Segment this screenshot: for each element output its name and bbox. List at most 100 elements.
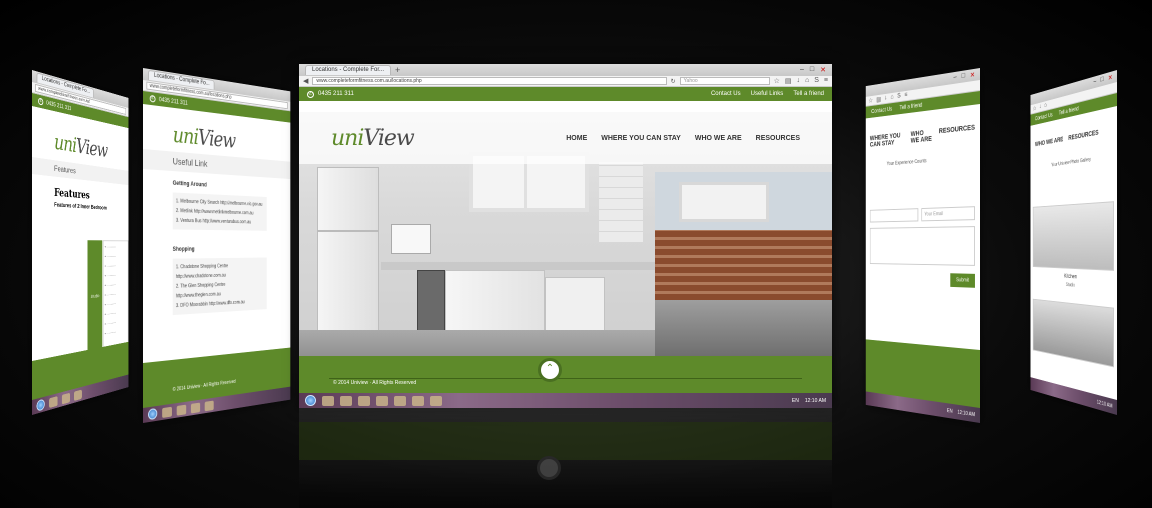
browser-tab[interactable]: Locations - Complete For... [305,65,392,75]
message-field[interactable] [869,226,975,266]
nav-item[interactable]: WHO WE ARE [911,129,933,145]
footer-divider [329,378,802,379]
nav-item[interactable]: RESOURCES [939,125,975,142]
taskbar-app-icon[interactable] [162,406,172,418]
tell-friend-link[interactable]: Tell a friend [793,91,824,97]
contact-link[interactable]: Contact Us [711,91,741,97]
phone-number: 0435 211 311 [158,96,188,107]
taskbar-app-icon[interactable] [61,392,71,404]
new-tab-icon[interactable]: + [395,65,400,75]
site-logo[interactable]: uniView [173,123,267,156]
skype-icon[interactable]: S [814,77,819,85]
gallery-photo[interactable] [1032,298,1114,368]
start-orb-icon[interactable] [148,407,158,421]
clock: 12:10 AM [1096,399,1113,410]
taskbar-app-icon[interactable] [204,400,214,411]
close-icon[interactable]: ✕ [970,71,975,80]
taskbar-app-icon[interactable] [190,402,201,414]
home-icon[interactable]: ⌂ [805,77,809,85]
gallery-photo[interactable] [1032,201,1114,271]
site-logo[interactable]: uniView [331,126,415,151]
maximize-icon[interactable]: □ [810,66,814,74]
home-icon[interactable]: ⌂ [1044,102,1047,110]
minimize-icon[interactable]: – [953,74,956,82]
top-link[interactable]: Contact Us [871,106,892,114]
reflection-footer [299,422,832,460]
taskbar-app-icon[interactable] [376,395,388,406]
maximize-icon[interactable]: □ [1101,76,1104,85]
row-label: Studio [87,240,103,359]
language-indicator[interactable]: EN [792,398,799,404]
reload-icon[interactable]: ↻ [671,78,676,85]
fridge [317,167,379,356]
phone-icon: ✆ [307,90,314,98]
section-heading: Getting Around [172,180,207,189]
minimize-icon[interactable]: – [800,66,804,74]
maximize-icon[interactable]: □ [962,72,965,80]
reflection-chevron-icon [537,456,561,480]
floor [299,330,655,356]
features-list: • ·········· • ·········· • ·········· • ··… [102,240,129,355]
scroll-to-top-chevron-up-icon[interactable]: ⌃ [538,358,562,382]
star-icon[interactable]: ☆ [869,97,873,105]
submit-button[interactable]: Submit [950,273,975,288]
search-field[interactable]: Yahoo [679,77,770,85]
site-logo[interactable]: uniView [54,130,112,163]
taskbar: 12:10 AM [1030,377,1117,415]
section-heading: Shopping [172,246,195,253]
clock: 12:10 AM [804,397,826,404]
address-bar: ◀ www.completeformfitness.com.au/locatio… [299,76,832,87]
site-header: uniView HOME WHERE YOU CAN STAY WHO WE A… [299,112,832,164]
home-icon[interactable]: ⌂ [891,94,894,102]
nav-home[interactable]: HOME [566,135,587,142]
taskbar-app-icon[interactable] [358,395,370,406]
taskbar-app-icon[interactable] [340,395,352,406]
taskbar-app-icon[interactable] [430,395,442,406]
skype-icon[interactable]: S [897,93,900,101]
start-orb-icon[interactable] [36,398,45,412]
microwave [391,224,431,254]
minimize-icon[interactable]: – [1093,78,1096,86]
taskbar: EN 12:10 AM [299,393,832,408]
download-icon[interactable]: ↓ [885,95,887,103]
copyright: © 2014 Uniview · All Rights Reserved [172,378,236,393]
download-icon[interactable]: ↓ [1039,103,1041,111]
menu-icon[interactable]: ≡ [904,92,907,100]
useful-links-link[interactable]: Useful Links [751,91,784,97]
nav-item[interactable]: RESOURCES [1068,130,1098,142]
taskbar-app-icon[interactable] [49,395,58,408]
nav-where-you-can-stay[interactable]: WHERE YOU CAN STAY [601,135,681,142]
nav-item[interactable]: WHO WE ARE [1035,137,1063,149]
main-nav: HOME WHERE YOU CAN STAY WHO WE ARE RESOU… [566,135,800,142]
phone-number: 0435 211 311 [318,91,354,97]
taskbar-app-icon[interactable] [176,404,187,416]
download-icon[interactable]: ↓ [797,77,801,85]
email-field[interactable]: Your Email [921,206,975,222]
bookmarks-icon[interactable]: ▤ [876,96,881,103]
url-field[interactable]: www.completeformfitness.com.au/locations… [312,77,667,85]
copyright: © 2014 Uniview · All Rights Reserved [333,380,417,386]
taskbar-app-icon[interactable] [412,395,424,406]
close-icon[interactable]: ✕ [1108,73,1112,82]
window-features: Locations - Complete Fo... www.completef… [32,70,129,415]
taskbar-app-icon[interactable] [322,395,334,406]
taskbar-app-icon[interactable] [394,395,406,406]
window-contact: – □ ✕ ☆ ▤ ↓ ⌂ S ≡ Contact Us Tell a friend WHERE… [865,68,980,423]
menu-icon[interactable]: ≡ [824,77,828,85]
top-link[interactable]: Tell a friend [899,102,922,111]
taskbar-app-icon[interactable] [74,389,82,401]
star-icon[interactable]: ☆ [1033,105,1037,112]
nav-who-we-are[interactable]: WHO WE ARE [695,135,742,142]
link-item[interactable]: 3. Ventura Bus http://www.venturabus.com… [176,216,264,227]
nav-resources[interactable]: RESOURCES [756,135,800,142]
language-indicator[interactable]: EN [947,408,953,415]
bookmarks-icon[interactable]: ▤ [785,77,792,85]
name-field[interactable] [869,208,919,223]
nav-item[interactable]: WHERE YOU CAN STAY [870,132,905,149]
phone-icon: ✆ [38,97,44,106]
start-orb-icon[interactable] [305,395,316,406]
back-icon[interactable]: ◀ [303,77,308,85]
star-icon[interactable]: ☆ [774,77,780,85]
phone-icon: ✆ [149,94,156,103]
close-icon[interactable]: ✕ [820,66,826,74]
